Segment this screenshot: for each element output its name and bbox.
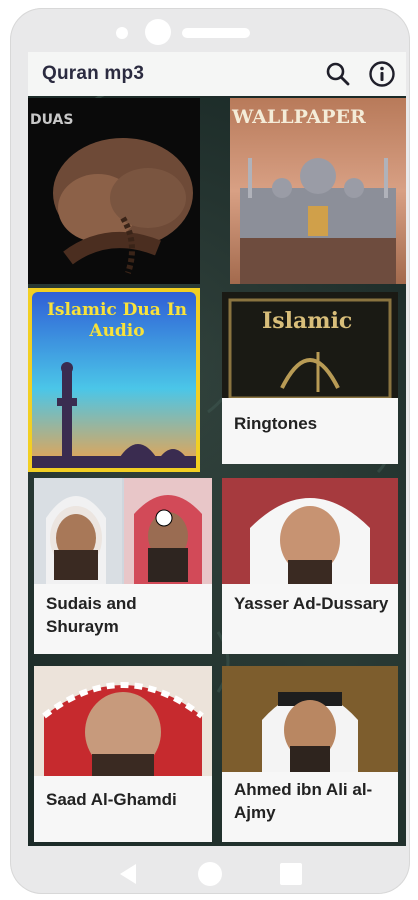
sudais-shuraym-image [34,478,212,584]
recents-square-icon[interactable] [278,861,304,887]
tile-label-sudais-shuraym: Sudais and Shuraym [46,594,137,636]
app-screen: Quran mp3 DUAS WALLPAPER Islamic Dua In … [28,52,406,846]
search-button[interactable] [324,60,352,88]
dua-audio-overlay-text: Islamic Dua In Audio [46,300,188,341]
home-circle-icon[interactable] [196,860,224,888]
ajmy-image [222,666,398,772]
search-icon [326,62,350,86]
back-triangle-icon[interactable] [116,861,142,887]
duas-overlay-text: DUAS [30,112,74,128]
tile-saad-al-ghamdi[interactable]: Saad Al-Ghamdi [34,666,212,842]
system-navigation-bar [10,854,410,894]
tile-label-saad-al-ghamdi: Saad Al-Ghamdi [46,790,177,809]
tile-duas[interactable]: DUAS [28,98,200,284]
tile-ringtones[interactable]: Islamic Ringtones [222,292,398,464]
tile-wallpaper[interactable]: WALLPAPER [230,98,406,284]
tile-ahmed-al-ajmy[interactable]: Ahmed ibn Ali al-Ajmy [222,666,398,842]
tile-label-ringtones: Ringtones [234,414,318,433]
ringtones-overlay-text: Islamic [262,308,353,334]
app-title: Quran mp3 [42,63,145,84]
app-bar-actions [324,60,396,88]
info-icon [369,61,395,87]
tile-yasser-ad-dussary[interactable]: Yasser Ad-Dussary [222,478,398,654]
tile-label-yasser-ad-dussary: Yasser Ad-Dussary [234,594,389,613]
camera-dot [116,27,128,39]
app-bar: Quran mp3 [28,52,406,96]
wallpaper-overlay-text: WALLPAPER [232,106,366,128]
phone-top-decoration [10,8,410,58]
sensor-dot [145,19,171,45]
yasser-image [222,478,398,584]
tile-islamic-dua-audio[interactable]: Islamic Dua In Audio [28,288,200,472]
speaker-slot [182,28,250,38]
info-button[interactable] [368,60,396,88]
tile-sudais-shuraym[interactable]: Sudais and Shuraym [34,478,212,654]
saad-image [34,666,212,776]
tile-label-ahmed-al-ajmy: Ahmed ibn Ali al-Ajmy [234,780,373,822]
